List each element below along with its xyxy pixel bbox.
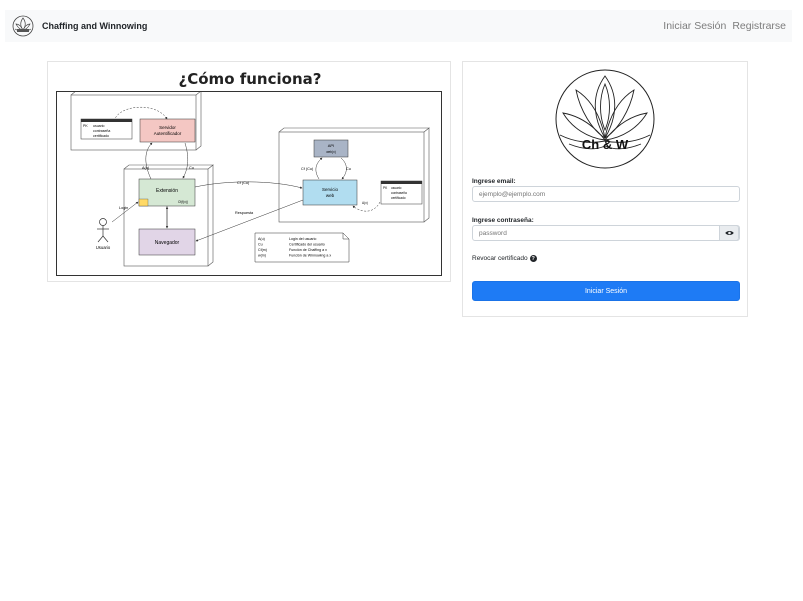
db-field-cert: certificado bbox=[93, 134, 109, 138]
user-actor-icon bbox=[97, 218, 109, 243]
edge-cf-cu: Cf (Cu) bbox=[237, 181, 250, 185]
api-node: API web(x) bbox=[313, 139, 349, 158]
edge-cu-api: Cu bbox=[346, 167, 351, 171]
legend-key-4: w(m) bbox=[258, 254, 266, 258]
edge-login: Login bbox=[119, 206, 128, 210]
revoke-certificate-link[interactable]: Revocar certificado ? bbox=[472, 255, 537, 262]
eye-icon bbox=[724, 230, 734, 236]
lotus-logo-icon bbox=[12, 15, 34, 37]
legend-key-1: A(u) bbox=[258, 237, 265, 241]
db-field-password: contraseña bbox=[93, 129, 110, 133]
user-label: Usuario bbox=[96, 245, 111, 250]
email-label: Ingrese email: bbox=[472, 178, 516, 185]
browser-label: Navegador bbox=[155, 240, 180, 246]
legend-desc-1: Login del usuario bbox=[289, 237, 316, 241]
lotus-logo-icon: Ch & W bbox=[555, 69, 655, 169]
architecture-diagram-svg: PK usuario contraseña certificado Servid… bbox=[70, 90, 430, 267]
auth-server-label-2: Autentificador bbox=[154, 131, 182, 136]
extension-label: Extensión bbox=[156, 188, 178, 194]
nav-links: Iniciar Sesión Registrarse bbox=[663, 20, 786, 32]
db-field-user: usuario bbox=[93, 124, 105, 128]
web-db-field-user: usuario bbox=[391, 186, 402, 190]
legend-desc-4: Función de Winnowing a x bbox=[289, 254, 331, 258]
login-submit-button[interactable]: Iniciar Sesión bbox=[472, 281, 740, 301]
edge-a-u: A(u) bbox=[142, 166, 150, 170]
web-service-label-1: Servicio bbox=[322, 187, 339, 192]
auth-server-label-1: Servidor bbox=[159, 125, 176, 130]
legend-key-2: Cu bbox=[258, 243, 263, 247]
how-it-works-title: ¿Cómo funciona? bbox=[178, 70, 322, 88]
user-db-table: PK usuario contraseña certificado bbox=[80, 118, 133, 140]
legend-desc-3: Función de Chaffing a x bbox=[289, 248, 327, 252]
brand-name[interactable]: Chaffing and Winnowing bbox=[42, 21, 147, 31]
legend-key-3: Cf(m) bbox=[258, 248, 267, 252]
auth-server-node: Servidor Autentificador bbox=[139, 118, 196, 143]
password-input[interactable] bbox=[479, 229, 733, 237]
web-db-table: PK usuario contraseña certificado bbox=[380, 180, 423, 205]
nav-login-link[interactable]: Iniciar Sesión bbox=[663, 20, 726, 32]
web-service-node: Servicio web bbox=[302, 179, 358, 206]
web-db-field-password: contraseña bbox=[391, 191, 407, 195]
extension-tag: Cf(f(x)) bbox=[178, 200, 188, 204]
question-circle-icon[interactable]: ? bbox=[529, 255, 537, 262]
extension-node: Extensión Cf(f(x)) bbox=[138, 178, 196, 207]
legend-desc-2: Certificado del usuario bbox=[289, 243, 325, 247]
logo-text: Ch & W bbox=[582, 137, 629, 152]
how-it-works-card: ¿Cómo funciona? PK usuario contraseña ce… bbox=[47, 61, 451, 282]
diagram-legend: A(u) Login del usuario Cu Certificado de… bbox=[254, 232, 350, 263]
ch-w-logo: Ch & W bbox=[554, 68, 656, 170]
password-label: Ingrese contraseña: bbox=[472, 217, 534, 224]
web-container bbox=[278, 127, 430, 223]
web-service-label-2: web bbox=[326, 193, 335, 198]
edge-api-return: A(x) bbox=[362, 201, 368, 205]
edge-respuesta: Respuesta bbox=[235, 211, 254, 215]
password-field-wrapper bbox=[472, 225, 740, 241]
brand[interactable]: Chaffing and Winnowing bbox=[12, 15, 147, 37]
revoke-certificate-label[interactable]: Revocar certificado bbox=[472, 255, 528, 262]
email-input[interactable] bbox=[479, 190, 733, 198]
login-card: Ch & W Ingrese email: Ingrese contraseña… bbox=[462, 61, 748, 317]
show-password-button[interactable] bbox=[719, 225, 739, 241]
web-db-field-cert: certificado bbox=[391, 196, 406, 200]
api-label-2: web(x) bbox=[326, 150, 336, 154]
edge-cu: Cu bbox=[189, 166, 194, 170]
nav-register-link[interactable]: Registrarse bbox=[732, 20, 786, 32]
email-field-wrapper bbox=[472, 186, 740, 202]
api-label-1: API bbox=[328, 143, 334, 148]
browser-node: Navegador bbox=[138, 228, 196, 256]
architecture-diagram: PK usuario contraseña certificado Servid… bbox=[56, 90, 442, 276]
navbar: Chaffing and Winnowing Iniciar Sesión Re… bbox=[5, 10, 792, 42]
db-pk: PK bbox=[83, 124, 88, 128]
edge-cf-cu-api: Cf (Cu) bbox=[301, 167, 314, 171]
